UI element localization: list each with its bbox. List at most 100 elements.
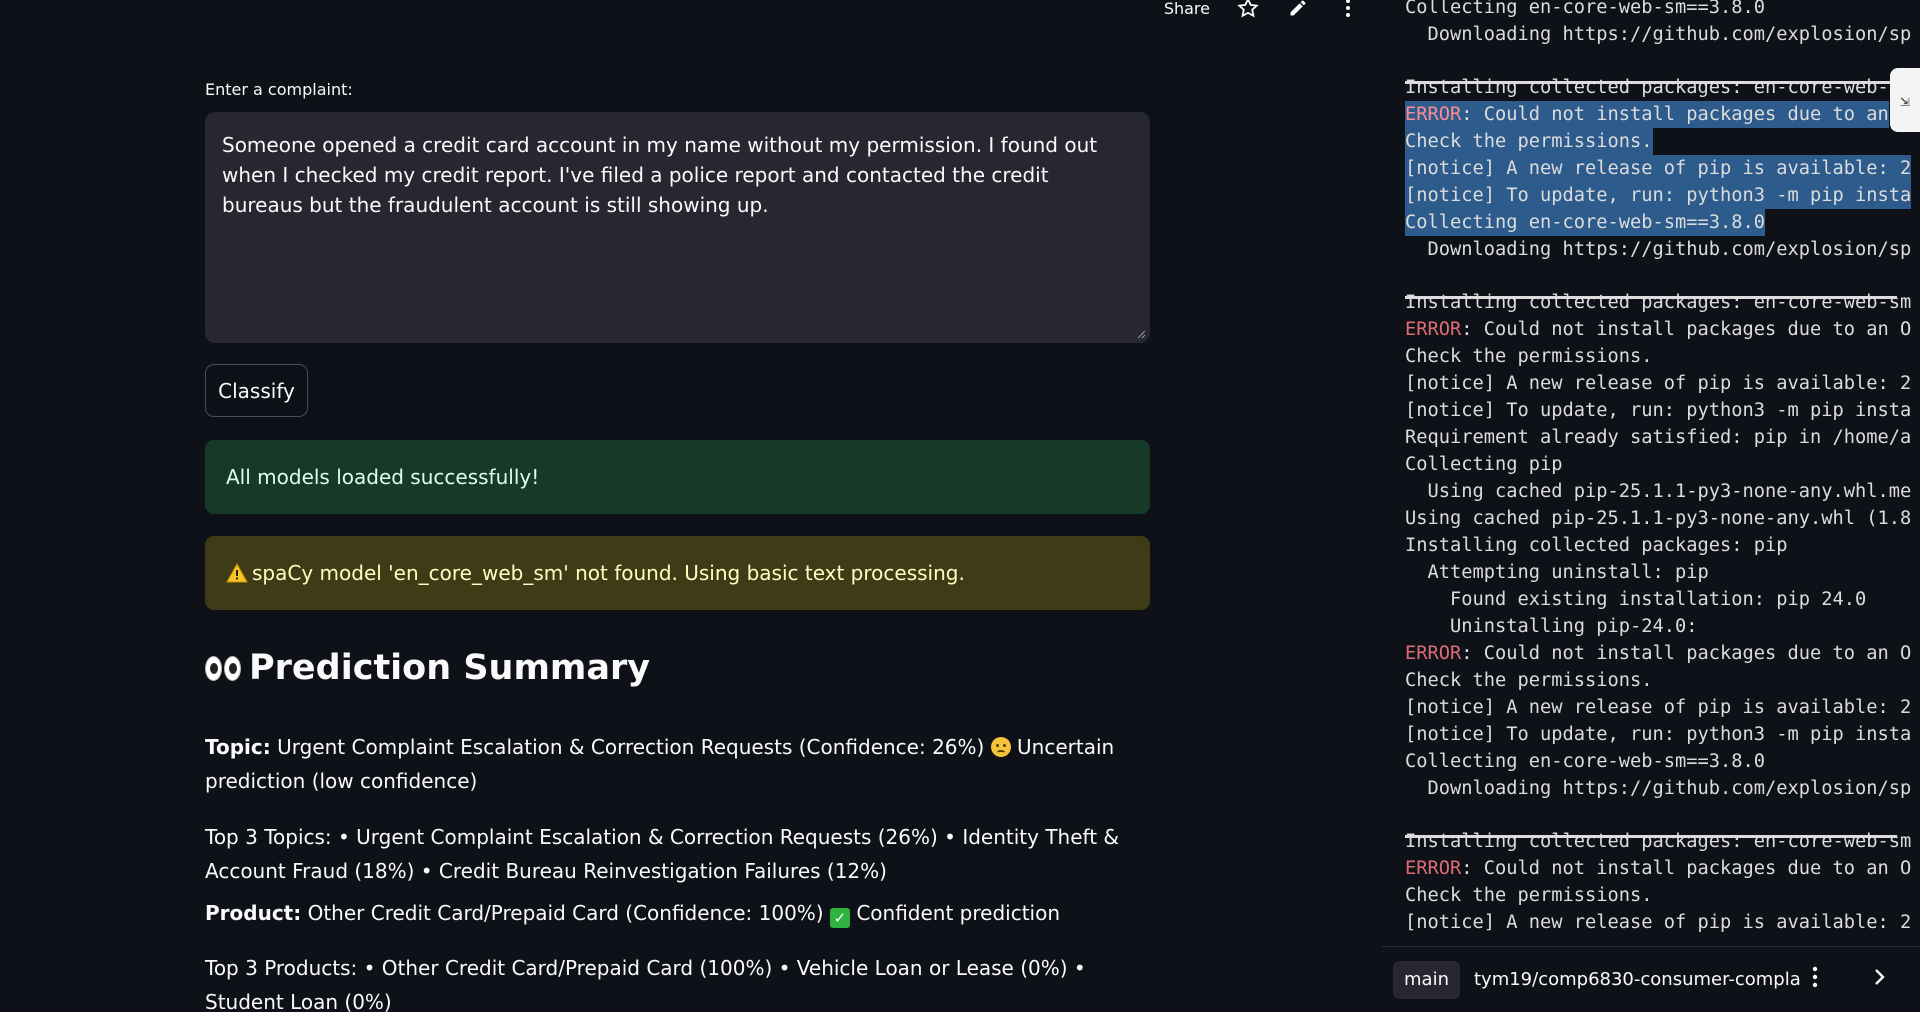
terminal-line: [notice] To update, run: python3 -m pip … <box>1405 397 1911 424</box>
terminal-line-text: [notice] To update, run: python3 -m pip … <box>1405 185 1912 206</box>
error-keyword: ERROR <box>1405 104 1462 125</box>
terminal-line: Using cached pip-25.1.1-py3-none-any.whl… <box>1405 505 1911 532</box>
terminal-line: Collecting en-core-web-sm==3.8.0 <box>1405 748 1765 775</box>
terminal-line-text: Downloading https://github.com/explosion… <box>1405 239 1912 260</box>
terminal-line-text: Using cached pip-25.1.1-py3-none-any.whl… <box>1405 508 1912 529</box>
terminal-line-text: : Could not install packages due to an <box>1461 104 1889 125</box>
terminal-line: Requirement already satisfied: pip in /h… <box>1405 424 1911 451</box>
terminal-line: [notice] A new release of pip is availab… <box>1405 155 1912 182</box>
collapse-panel-icon[interactable]: ⇲ <box>1890 68 1920 132</box>
success-alert-text: All models loaded successfully! <box>226 465 540 489</box>
terminal-line: [notice] A new release of pip is availab… <box>1405 694 1911 721</box>
terminal-line: [notice] A new release of pip is availab… <box>1405 370 1911 397</box>
error-keyword: ERROR <box>1405 858 1462 879</box>
top-topics-paragraph: Top 3 Topics: • Urgent Complaint Escalat… <box>205 820 1150 888</box>
check-mark-icon: ✓ <box>829 908 850 928</box>
terminal-line-text: Collecting pip <box>1405 454 1563 475</box>
terminal-line-text: Collecting en-core-web-sm==3.8.0 <box>1405 751 1766 772</box>
app-toolbar: Share <box>1164 0 1360 22</box>
terminal-line: ERROR: Could not install packages due to… <box>1405 855 1911 882</box>
terminal-line-text: [notice] A new release of pip is availab… <box>1405 158 1912 179</box>
terminal-line: Using cached pip-25.1.1-py3-none-any.whl… <box>1405 478 1912 505</box>
terminal-line-text: [notice] A new release of pip is availab… <box>1405 373 1912 394</box>
error-keyword: ERROR <box>1405 319 1462 340</box>
terminal-line-text: Check the permissions. <box>1405 670 1653 691</box>
prediction-summary-title: Prediction Summary <box>249 648 651 688</box>
terminal-line-text: Check the permissions. <box>1405 346 1653 367</box>
terminal-line: Collecting pip <box>1405 451 1563 478</box>
more-vertical-icon[interactable] <box>1336 0 1360 19</box>
chevron-right-icon[interactable] <box>1864 967 1894 992</box>
main-pane: Share Enter a complaint: Someone opened … <box>0 0 1382 1012</box>
resize-grip-icon[interactable] <box>1136 329 1146 339</box>
complaint-text[interactable]: Someone opened a credit card account in … <box>222 133 1097 217</box>
prediction-summary-heading: Prediction Summary <box>205 648 650 688</box>
top-products-text: Top 3 Products: • Other Credit Card/Prep… <box>205 956 1086 1012</box>
terminal-line: Downloading https://github.com/explosion… <box>1405 236 1912 263</box>
warning-alert-text: spaCy model 'en_core_web_sm' not found. … <box>252 561 965 585</box>
terminal-line-text: : Could not install packages due to an O <box>1461 858 1912 879</box>
terminal-line-text: Uninstalling pip-24.0: <box>1405 616 1698 637</box>
terminal-line-text: Installing collected packages: pip <box>1405 535 1788 556</box>
worried-face-icon <box>990 737 1011 757</box>
terminal-line-text: : Could not install packages due to an O <box>1461 643 1912 664</box>
complaint-textarea[interactable]: Someone opened a credit card account in … <box>205 112 1150 343</box>
app-window: Share Enter a complaint: Someone opened … <box>0 0 1920 1012</box>
terminal-line: Attempting uninstall: pip <box>1405 559 1709 586</box>
terminal-line-text: Installing collected packages: en-core-w… <box>1405 77 1889 98</box>
terminal-line: ERROR: Could not install packages due to… <box>1405 316 1911 343</box>
product-label: Product: <box>205 901 302 925</box>
terminal-log[interactable]: Collecting en-core-web-sm==3.8.0 Downloa… <box>1382 0 1920 946</box>
product-note: Confident prediction <box>849 901 1061 925</box>
terminal-line-text: Check the permissions. <box>1405 131 1653 152</box>
status-bar: main tym19/comp6830-consumer-complaint..… <box>1382 946 1920 1012</box>
terminal-line: [notice] To update, run: python3 -m pip … <box>1405 721 1911 748</box>
terminal-line: [notice] A new release of pip is availab… <box>1405 909 1911 936</box>
terminal-line: Collecting en-core-web-sm==3.8.0 <box>1405 0 1765 21</box>
terminal-line: [notice] To update, run: python3 -m pip … <box>1405 182 1912 209</box>
top-products-paragraph: Top 3 Products: • Other Credit Card/Prep… <box>205 951 1150 1012</box>
terminal-line-text: : Could not install packages due to an O <box>1461 319 1912 340</box>
terminal-line-text: [notice] A new release of pip is availab… <box>1405 912 1912 933</box>
branch-badge[interactable]: main <box>1393 960 1460 999</box>
terminal-line-text: Using cached pip-25.1.1-py3-none-any.whl… <box>1405 481 1912 502</box>
terminal-line: Collecting en-core-web-sm==3.8.0 <box>1405 209 1766 236</box>
warning-alert: spaCy model 'en_core_web_sm' not found. … <box>205 536 1150 610</box>
terminal-line: ERROR: Could not install packages due to… <box>1405 101 1889 128</box>
terminal-line-text: Collecting en-core-web-sm==3.8.0 <box>1405 0 1766 18</box>
repo-name[interactable]: tym19/comp6830-consumer-complaint... <box>1474 969 1800 990</box>
terminal-line: Installing collected packages: en-core-w… <box>1405 828 1911 855</box>
terminal-line-text: Found existing installation: pip 24.0 <box>1405 589 1867 610</box>
terminal-line-text: Downloading https://github.com/explosion… <box>1405 24 1912 45</box>
topic-label: Topic: <box>205 735 271 759</box>
terminal-line-text: Check the permissions. <box>1405 885 1653 906</box>
eyes-icon <box>205 655 241 681</box>
terminal-line: Uninstalling pip-24.0: <box>1405 613 1698 640</box>
terminal-line-text: Attempting uninstall: pip <box>1405 562 1709 583</box>
terminal-line: ERROR: Could not install packages due to… <box>1405 640 1911 667</box>
terminal-line: Installing collected packages: en-core-w… <box>1405 289 1911 316</box>
terminal-line-text: Requirement already satisfied: pip in /h… <box>1405 427 1912 448</box>
classify-button[interactable]: Classify <box>205 364 308 417</box>
terminal-line-text: Installing collected packages: en-core-w… <box>1405 831 1912 852</box>
terminal-line-text: Installing collected packages: en-core-w… <box>1405 292 1912 313</box>
more-vertical-icon[interactable] <box>1800 966 1830 994</box>
terminal-line-text: Collecting en-core-web-sm==3.8.0 <box>1405 212 1766 233</box>
terminal-line-text: [notice] To update, run: python3 -m pip … <box>1405 400 1912 421</box>
star-icon[interactable] <box>1236 0 1260 19</box>
pencil-icon[interactable] <box>1286 0 1310 19</box>
terminal-line-text: [notice] A new release of pip is availab… <box>1405 697 1912 718</box>
terminal-line: Found existing installation: pip 24.0 <box>1405 586 1866 613</box>
share-button[interactable]: Share <box>1164 0 1210 18</box>
terminal-line: Check the permissions. <box>1405 343 1653 370</box>
topic-paragraph: Topic: Urgent Complaint Escalation & Cor… <box>205 730 1150 798</box>
terminal-line: Installing collected packages: en-core-w… <box>1405 74 1889 101</box>
terminal-line: Check the permissions. <box>1405 882 1653 909</box>
topic-text: Urgent Complaint Escalation & Correction… <box>270 735 991 759</box>
product-text: Other Credit Card/Prepaid Card (Confiden… <box>301 901 830 925</box>
error-keyword: ERROR <box>1405 643 1462 664</box>
terminal-line: Check the permissions. <box>1405 667 1653 694</box>
terminal-line: Installing collected packages: pip <box>1405 532 1788 559</box>
complaint-label: Enter a complaint: <box>205 80 353 99</box>
terminal-line: Check the permissions. <box>1405 128 1653 155</box>
